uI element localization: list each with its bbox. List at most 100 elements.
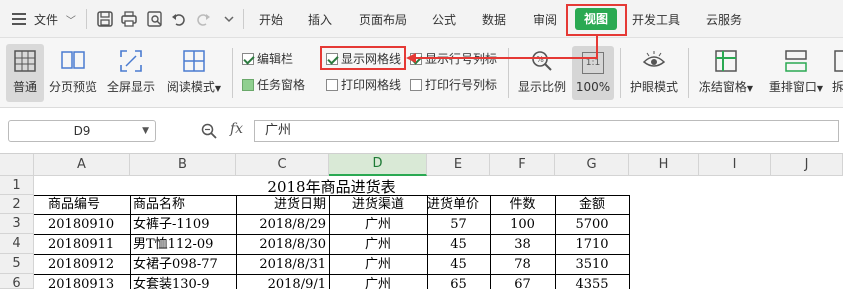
redo-icon[interactable] [194,10,212,28]
row-header-6[interactable]: 6 [0,274,34,289]
header-cell[interactable]: 件数 [490,195,555,215]
print-preview-icon[interactable] [146,10,164,28]
row-header-2[interactable]: 2 [0,195,34,214]
task-pane-checkbox[interactable]: 任务窗格 [242,77,305,93]
table-cell[interactable]: 2018/8/31 [236,255,328,275]
row-header-5[interactable]: 5 [0,254,34,274]
table-cell[interactable]: 男T恤112-09 [133,235,233,255]
table-cell[interactable]: 67 [490,275,555,289]
column-header-e[interactable]: E [427,154,490,176]
print-gridlines-label: 打印网格线 [341,78,402,92]
table-cell[interactable]: 20180911 [48,235,130,255]
arrange-windows-button[interactable]: 重排窗口▼ [764,44,828,102]
name-box[interactable]: D9 ▼ [8,120,156,142]
column-header-a[interactable]: A [34,154,130,176]
table-cell[interactable]: 女裙子098-77 [133,255,233,275]
tab-formulas[interactable]: 公式 [432,11,456,29]
freeze-panes-button[interactable]: 冻结窗格▼ [694,44,758,102]
fx-icon[interactable]: fx [230,121,243,137]
table-cell[interactable]: 78 [490,255,555,275]
fullscreen-button[interactable]: 全屏显示 [104,44,158,102]
table-cell[interactable]: 20180913 [48,275,130,289]
show-row-col-headers-checkbox[interactable]: 显示行号列标 [410,51,497,67]
ribbon: 普通 分页预览 全屏显示 阅读模式▼ 编辑栏 任务窗格 显示网格线 显示行号列标… [0,38,843,108]
quick-access-dropdown-icon[interactable] [220,10,238,28]
table-cell[interactable]: 20180910 [48,215,130,235]
zoom-100-button[interactable]: 1:1 100% [572,46,614,100]
print-gridlines-checkbox[interactable]: 打印网格线 [326,77,401,93]
table-cell[interactable]: 1710 [555,235,629,255]
table-cell[interactable]: 38 [490,235,555,255]
table-cell[interactable]: 广州 [329,275,427,289]
header-cell[interactable]: 商品名称 [133,195,233,215]
row-header-1[interactable]: 1 [0,176,34,195]
column-header-i[interactable]: I [699,154,771,176]
table-cell[interactable]: 57 [427,215,490,235]
tab-insert[interactable]: 插入 [308,11,332,29]
split-window-button[interactable]: 拆 [832,44,843,102]
column-header-b[interactable]: B [130,154,236,176]
table-cell[interactable]: 女套装130-9 [133,275,233,289]
edit-bar-label: 编辑栏 [257,52,294,66]
column-header-f[interactable]: F [490,154,555,176]
reading-mode-button[interactable]: 阅读模式▼ [162,44,226,102]
tab-data[interactable]: 数据 [482,11,506,29]
column-header-c[interactable]: C [236,154,329,176]
formula-input[interactable]: 广州 [254,120,839,142]
table-cell[interactable]: 4355 [555,275,629,289]
edit-bar-checkbox[interactable]: 编辑栏 [242,51,293,67]
header-cell[interactable]: 进货渠道 [329,195,427,215]
table-cell[interactable]: 45 [427,255,490,275]
checkbox-checked-icon [410,53,422,65]
file-menu[interactable]: 文件 ﹀ [34,11,76,29]
eye-icon [641,48,667,74]
undo-icon[interactable] [170,10,188,28]
table-title[interactable]: 2018年商品进货表 [34,176,629,195]
header-cell[interactable]: 进货日期 [236,195,328,215]
arrange-windows-label: 重排窗口 [768,80,817,94]
table-cell[interactable]: 广州 [329,215,427,235]
table-cell[interactable]: 2018/9/1 [236,275,328,289]
header-cell[interactable]: 商品编号 [48,195,130,215]
row-header-3[interactable]: 3 [0,214,34,234]
print-row-col-headers-checkbox[interactable]: 打印行号列标 [410,77,497,93]
svg-text:%: % [536,55,544,64]
select-all-corner[interactable] [0,154,34,176]
header-cell[interactable]: 进货单价 [427,195,490,215]
zoom-ratio-button[interactable]: % 显示比例 [514,44,570,102]
tab-page-layout[interactable]: 页面布局 [359,11,407,29]
page-break-preview-button[interactable]: 分页预览 [46,44,100,102]
table-cell[interactable]: 45 [427,235,490,255]
eye-mode-label: 护眼模式 [629,80,678,94]
table-cell[interactable]: 65 [427,275,490,289]
zoom-icon: % [529,48,555,74]
tab-developer[interactable]: 开发工具 [632,11,680,29]
checkbox-unchecked-icon [410,79,422,91]
column-header-g[interactable]: G [555,154,629,176]
row-header-4[interactable]: 4 [0,234,34,254]
zoom-search-icon[interactable] [200,122,218,140]
eye-mode-button[interactable]: 护眼模式 [626,44,682,102]
table-cell[interactable]: 女裤子-1109 [133,215,233,235]
column-header-h[interactable]: H [629,154,699,176]
tab-home[interactable]: 开始 [259,11,283,29]
table-cell[interactable]: 2018/8/30 [236,235,328,255]
save-icon[interactable] [96,10,114,28]
normal-view-button[interactable]: 普通 [6,44,44,102]
checkbox-checked-icon [242,53,254,65]
file-menu-label: 文件 [34,13,59,27]
tab-review[interactable]: 审阅 [533,11,557,29]
hamburger-icon[interactable] [12,13,26,25]
header-cell[interactable]: 金额 [555,195,629,215]
table-cell[interactable]: 3510 [555,255,629,275]
column-header-j[interactable]: J [771,154,843,176]
table-cell[interactable]: 广州 [329,255,427,275]
table-cell[interactable]: 100 [490,215,555,235]
tab-cloud[interactable]: 云服务 [706,11,742,29]
table-cell[interactable]: 2018/8/29 [236,215,328,235]
table-cell[interactable]: 广州 [329,235,427,255]
column-header-d[interactable]: D [329,154,427,176]
table-cell[interactable]: 20180912 [48,255,130,275]
table-cell[interactable]: 5700 [555,215,629,235]
print-icon[interactable] [120,10,138,28]
